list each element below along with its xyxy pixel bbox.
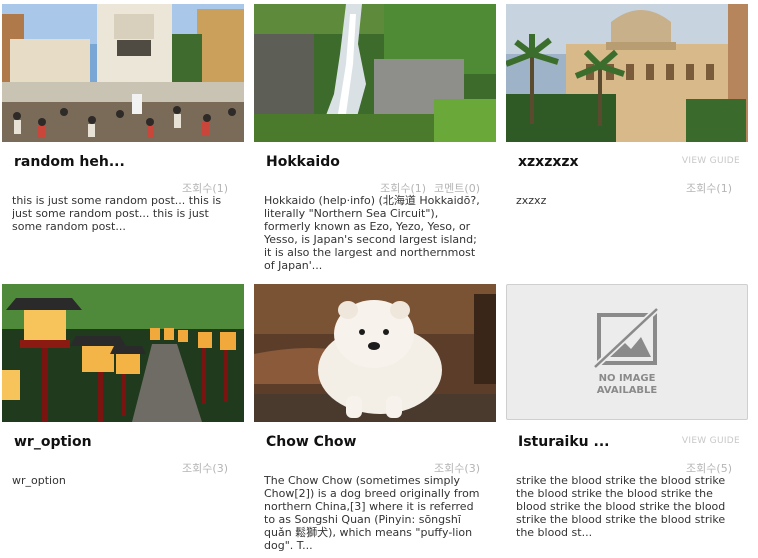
post-card: Hokkaido 조회수(1) 코멘트(0) Hokkaido (help·inf… <box>254 4 496 274</box>
post-title[interactable]: wr_option <box>14 434 194 450</box>
post-thumbnail[interactable] <box>254 284 496 422</box>
post-card: xzxzxzx VIEW GUIDE 조회수(1) zxzxz <box>506 4 748 274</box>
post-card: Chow Chow 조회수(3) The Chow Chow (sometime… <box>254 284 496 554</box>
post-excerpt[interactable]: this is just some random post... this is… <box>12 194 234 233</box>
post-title[interactable]: random heh... <box>14 154 194 170</box>
post-thumbnail[interactable] <box>2 284 244 422</box>
no-image-line1: NO IMAGE <box>598 373 656 384</box>
post-card: random heh... 조회수(1) this is just some r… <box>2 4 244 274</box>
no-image-placeholder: NO IMAGE AVAILABLE <box>506 284 748 420</box>
post-title[interactable]: Hokkaido <box>266 154 446 170</box>
post-excerpt[interactable]: zxzxz <box>516 194 738 207</box>
no-image-label: NO IMAGE AVAILABLE <box>507 373 747 397</box>
no-image-line2: AVAILABLE <box>596 385 658 396</box>
view-guide-link[interactable]: VIEW GUIDE <box>682 156 740 166</box>
post-card: wr_option 조회수(3) wr_option <box>2 284 244 554</box>
post-title[interactable]: Chow Chow <box>266 434 446 450</box>
post-thumbnail[interactable]: NO IMAGE AVAILABLE <box>506 284 748 422</box>
view-guide-link[interactable]: VIEW GUIDE <box>682 436 740 446</box>
post-excerpt[interactable]: The Chow Chow (sometimes simply Chow[2])… <box>264 474 486 552</box>
post-thumbnail[interactable] <box>254 4 496 142</box>
post-title[interactable]: xzxzxzx <box>518 154 698 170</box>
post-card: NO IMAGE AVAILABLE Isturaiku ... VIEW GU… <box>506 284 748 554</box>
post-thumbnail[interactable] <box>506 4 748 142</box>
post-excerpt[interactable]: strike the blood strike the blood strike… <box>516 474 738 539</box>
post-thumbnail[interactable] <box>2 4 244 142</box>
post-excerpt[interactable]: Hokkaido (help·info) (北海道 Hokkaidō?, lit… <box>264 194 486 272</box>
post-title[interactable]: Isturaiku ... <box>518 434 698 450</box>
post-excerpt[interactable]: wr_option <box>12 474 234 487</box>
image-placeholder-icon <box>592 306 660 370</box>
